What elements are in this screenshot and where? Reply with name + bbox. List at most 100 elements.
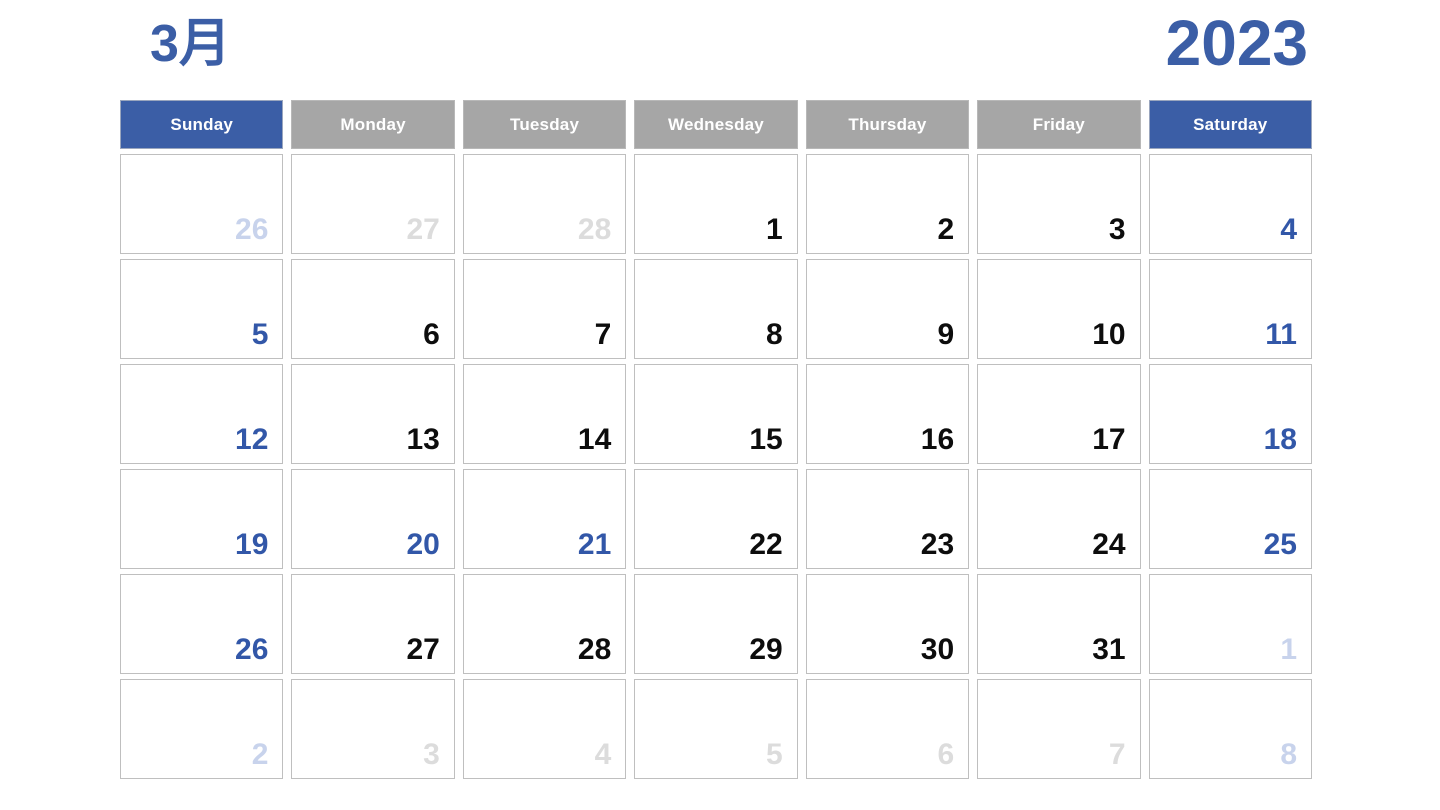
calendar-day-cell[interactable]: 8: [1148, 679, 1312, 779]
calendar-day-cell[interactable]: 27: [291, 574, 455, 674]
calendar-title-row: 3月 2023: [120, 0, 1312, 96]
day-of-week-label: Friday: [1032, 114, 1085, 134]
calendar-day-cell[interactable]: 10: [977, 259, 1141, 359]
calendar-day-number: 30: [920, 633, 955, 666]
day-of-week-header-sunday: Sunday: [120, 100, 284, 149]
calendar-day-cell[interactable]: 15: [634, 364, 798, 464]
calendar-day-cell[interactable]: 6: [805, 679, 970, 779]
calendar-day-cell[interactable]: 20: [291, 469, 455, 569]
day-of-week-header-thursday: Thursday: [805, 100, 970, 149]
calendar-day-number: 10: [1092, 318, 1126, 351]
calendar-page: 3月 2023 Sunday Monday Tuesday Wednesday Thur…: [0, 0, 1440, 810]
calendar-day-cell[interactable]: 26: [120, 154, 284, 254]
calendar-day-cell[interactable]: 4: [1148, 154, 1312, 254]
calendar-day-number: 14: [577, 423, 612, 456]
calendar-day-number: 26: [235, 633, 269, 666]
calendar-day-cell[interactable]: 12: [120, 364, 284, 464]
calendar-day-number: 15: [749, 423, 783, 456]
calendar-day-cell[interactable]: 6: [291, 259, 455, 359]
calendar-day-number: 26: [235, 213, 269, 246]
calendar-day-number: 7: [1108, 738, 1126, 771]
calendar-day-cell[interactable]: 13: [291, 364, 455, 464]
calendar-day-cell[interactable]: 3: [977, 154, 1141, 254]
calendar-day-cell[interactable]: 5: [120, 259, 284, 359]
calendar-day-cell[interactable]: 18: [1148, 364, 1312, 464]
day-of-week-header-monday: Monday: [291, 100, 455, 149]
calendar-day-number: 6: [937, 738, 955, 771]
calendar-day-number: 31: [1092, 633, 1126, 666]
calendar-day-cell[interactable]: 21: [462, 469, 627, 569]
calendar-day-cell[interactable]: 26: [120, 574, 284, 674]
calendar-day-number: 7: [594, 318, 612, 351]
calendar-day-number: 27: [406, 633, 440, 666]
calendar-day-number: 3: [1108, 213, 1126, 246]
calendar-day-cell[interactable]: 17: [977, 364, 1141, 464]
calendar-day-cell[interactable]: 28: [462, 574, 627, 674]
day-of-week-header-saturday: Saturday: [1148, 100, 1312, 149]
year-title: 2023: [1165, 7, 1308, 79]
calendar-day-cell[interactable]: 3: [291, 679, 455, 779]
calendar-day-number: 4: [594, 738, 612, 771]
calendar-day-cell[interactable]: 24: [977, 469, 1141, 569]
calendar-day-cell[interactable]: 30: [805, 574, 970, 674]
day-of-week-label: Tuesday: [510, 114, 580, 134]
calendar-day-number: 4: [1280, 213, 1297, 246]
calendar-day-cell[interactable]: 2: [805, 154, 970, 254]
calendar-day-cell[interactable]: 19: [120, 469, 284, 569]
calendar-day-number: 8: [1280, 738, 1297, 771]
day-of-week-label: Thursday: [848, 114, 927, 134]
calendar-day-number: 5: [251, 318, 269, 351]
calendar-day-number: 1: [766, 213, 783, 246]
day-of-week-label: Monday: [340, 114, 406, 134]
calendar-day-number: 12: [235, 423, 269, 456]
calendar-day-cell[interactable]: 7: [977, 679, 1141, 779]
calendar-day-cell[interactable]: 8: [634, 259, 798, 359]
calendar-day-cell[interactable]: 7: [462, 259, 627, 359]
calendar-day-number: 28: [577, 633, 612, 666]
calendar-day-number: 23: [920, 528, 955, 561]
day-of-week-header-friday: Friday: [977, 100, 1141, 149]
calendar-day-number: 20: [406, 528, 440, 561]
calendar-day-number: 22: [749, 528, 783, 561]
calendar-day-cell[interactable]: 9: [805, 259, 970, 359]
calendar-day-number: 9: [937, 318, 955, 351]
calendar-day-number: 8: [766, 318, 783, 351]
calendar-day-cell[interactable]: 23: [805, 469, 970, 569]
calendar-day-cell[interactable]: 1: [1148, 574, 1312, 674]
calendar-day-number: 11: [1265, 318, 1297, 351]
calendar-day-number: 25: [1263, 528, 1297, 561]
calendar-day-number: 3: [423, 738, 440, 771]
calendar-day-number: 21: [577, 528, 612, 561]
calendar-day-number: 6: [423, 318, 440, 351]
calendar-day-number: 5: [766, 738, 783, 771]
calendar-day-cell[interactable]: 22: [634, 469, 798, 569]
day-of-week-header-wednesday: Wednesday: [634, 100, 798, 149]
calendar-day-number: 17: [1092, 423, 1126, 456]
calendar-day-cell[interactable]: 27: [291, 154, 455, 254]
calendar-day-cell[interactable]: 16: [805, 364, 970, 464]
calendar-day-cell[interactable]: 29: [634, 574, 798, 674]
calendar-day-number: 29: [749, 633, 783, 666]
calendar-day-cell[interactable]: 31: [977, 574, 1141, 674]
calendar-day-cell[interactable]: 14: [462, 364, 627, 464]
day-of-week-label: Saturday: [1193, 114, 1268, 134]
calendar-day-cell[interactable]: 1: [634, 154, 798, 254]
calendar-day-number: 13: [406, 423, 440, 456]
calendar-grid: Sunday Monday Tuesday Wednesday Thursday Frid…: [120, 100, 1312, 779]
calendar-day-number: 28: [577, 213, 612, 246]
calendar-day-cell[interactable]: 28: [462, 154, 627, 254]
calendar-day-number: 2: [937, 213, 955, 246]
calendar-day-number: 24: [1092, 528, 1126, 561]
calendar-day-cell[interactable]: 5: [634, 679, 798, 779]
day-of-week-label: Sunday: [170, 114, 234, 134]
calendar-day-cell[interactable]: 4: [462, 679, 627, 779]
day-of-week-header-tuesday: Tuesday: [462, 100, 627, 149]
calendar-day-cell[interactable]: 2: [120, 679, 284, 779]
calendar-day-cell[interactable]: 25: [1148, 469, 1312, 569]
calendar-day-cell[interactable]: 11: [1148, 259, 1312, 359]
calendar-day-number: 1: [1280, 633, 1297, 666]
month-title: 3月: [150, 15, 231, 73]
calendar-day-number: 2: [251, 738, 269, 771]
calendar-day-number: 18: [1263, 423, 1297, 456]
calendar-day-number: 27: [406, 213, 440, 246]
